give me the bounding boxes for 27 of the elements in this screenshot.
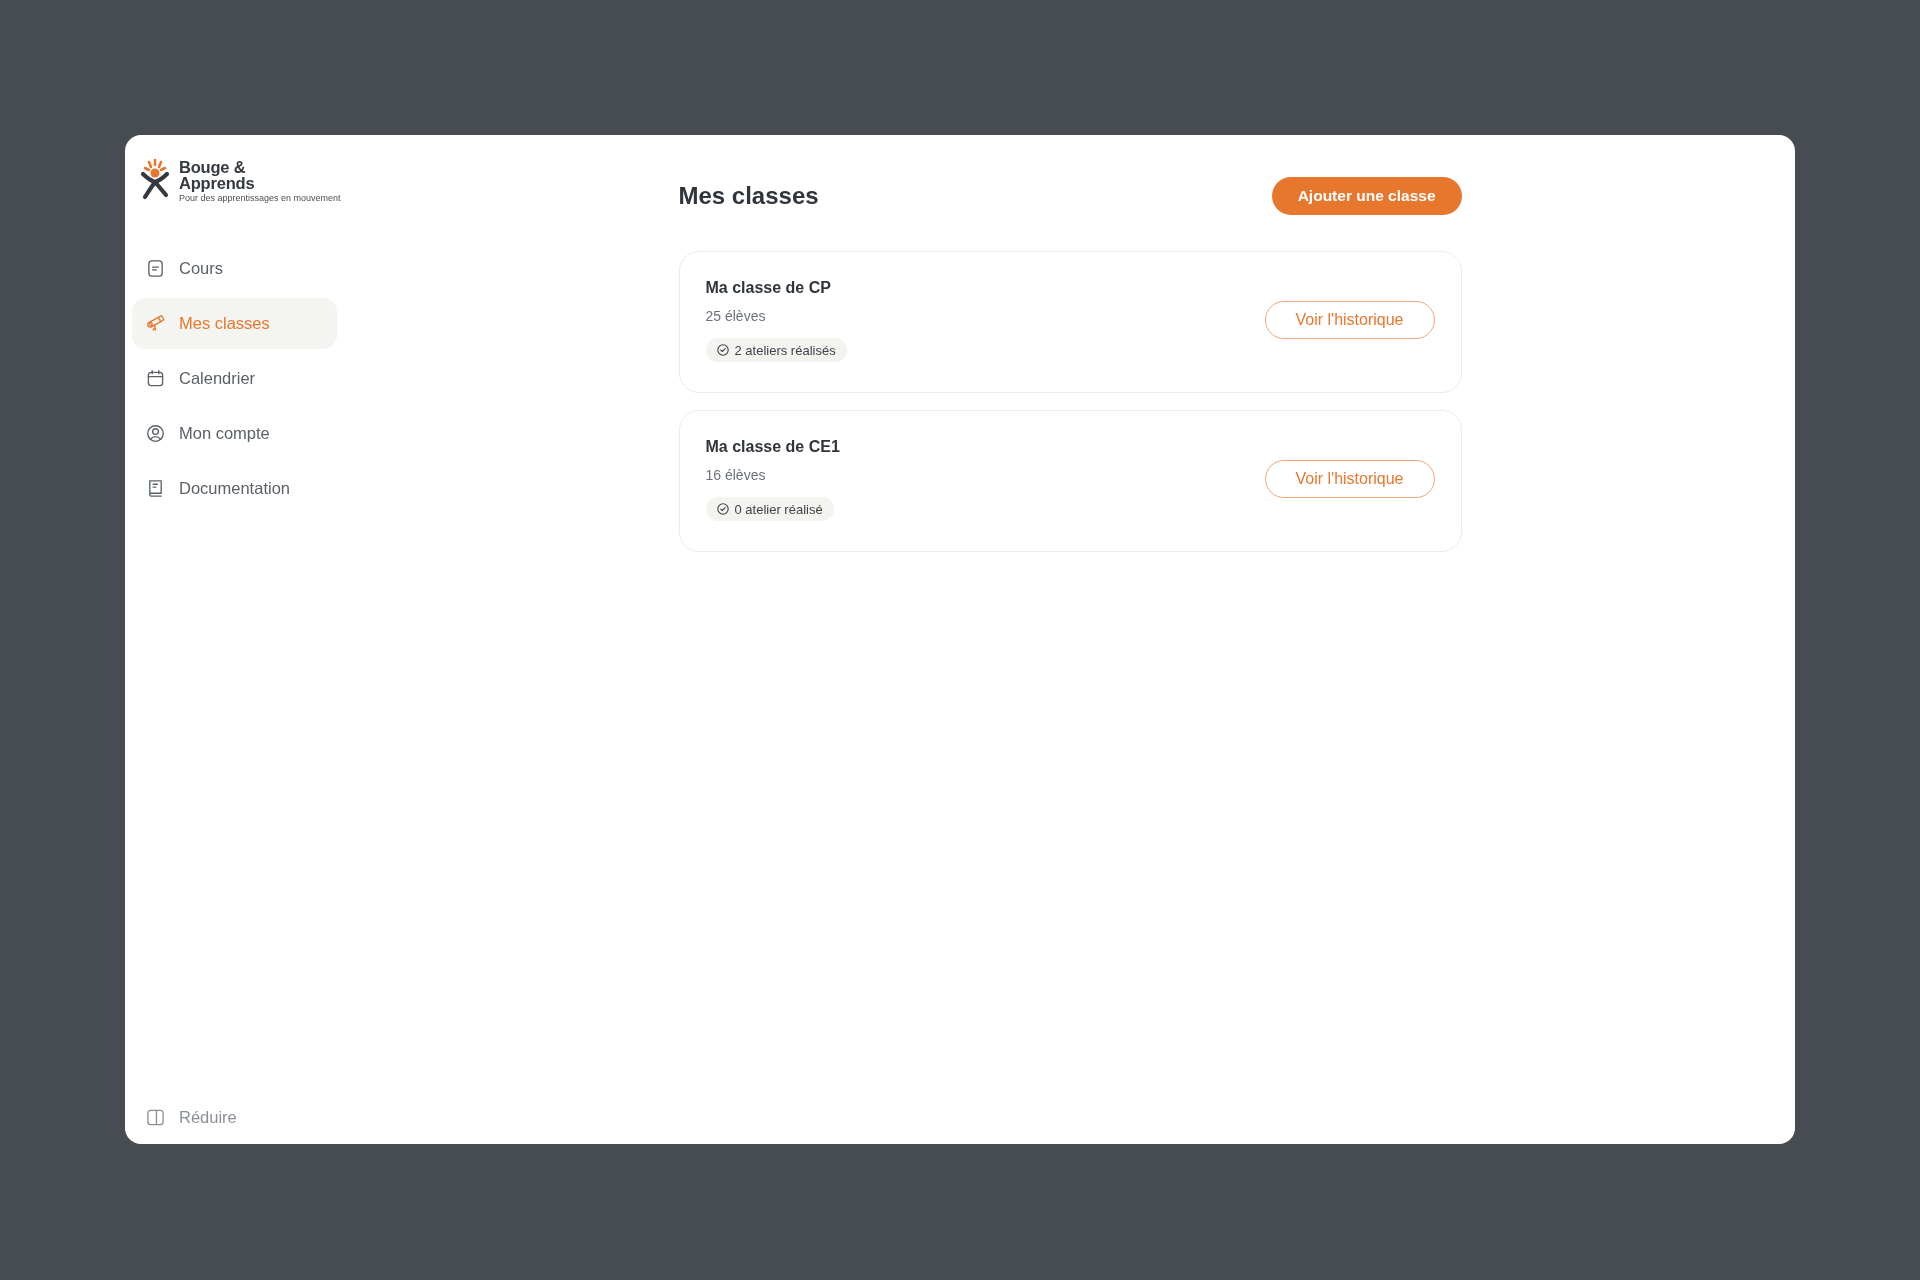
check-circle-icon bbox=[716, 503, 729, 515]
class-name: Ma classe de CE1 bbox=[705, 437, 840, 457]
logo-text: Bouge & Apprends bbox=[179, 159, 256, 191]
document-icon bbox=[146, 259, 165, 278]
logo-icon bbox=[140, 158, 170, 200]
logo-tagline: Pour des apprentissages en mouvement bbox=[179, 193, 341, 203]
calendar-icon bbox=[146, 369, 165, 388]
sidebar-item[interactable]: Documentation bbox=[132, 463, 337, 514]
workshops-count: 0 atelier réalisé bbox=[734, 501, 823, 517]
sidebar-item[interactable]: Mes classes bbox=[132, 298, 337, 349]
page-title: Mes classes bbox=[678, 182, 819, 210]
sidebar-item[interactable]: Cours bbox=[132, 243, 337, 294]
workshops-count: 2 ateliers réalisés bbox=[734, 342, 836, 358]
check-circle-icon bbox=[716, 344, 729, 356]
telescope-icon bbox=[146, 314, 165, 333]
history-button[interactable]: Voir l'historique bbox=[1264, 301, 1435, 339]
book-icon bbox=[146, 479, 165, 498]
sidebar-item[interactable]: Calendrier bbox=[132, 353, 337, 404]
collapse-sidebar-button[interactable]: Réduire bbox=[132, 1097, 337, 1137]
history-button[interactable]: Voir l'historique bbox=[1264, 460, 1435, 498]
add-class-button[interactable]: Ajouter une classe bbox=[1271, 177, 1462, 215]
student-count: 25 élèves bbox=[705, 307, 766, 326]
student-count: 16 élèves bbox=[705, 466, 766, 485]
user-icon bbox=[146, 424, 165, 443]
sidebar-item[interactable]: Mon compte bbox=[132, 408, 337, 459]
class-name: Ma classe de CP bbox=[705, 278, 831, 298]
sidebar-panel-icon bbox=[146, 1107, 165, 1127]
